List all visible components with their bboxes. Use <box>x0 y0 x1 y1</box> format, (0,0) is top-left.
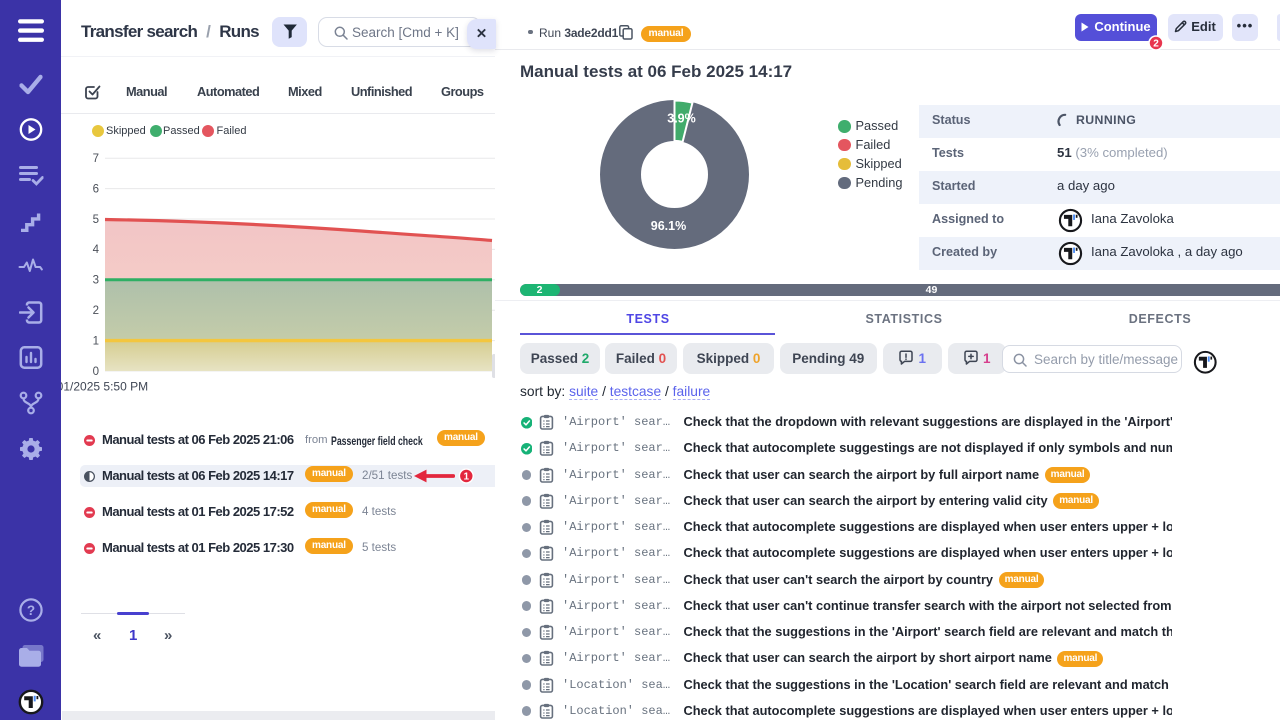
svg-text:6: 6 <box>93 183 99 195</box>
svg-text:3.9%: 3.9% <box>667 112 696 126</box>
svg-text:1: 1 <box>93 335 99 347</box>
svg-text:?: ? <box>26 603 34 618</box>
svg-text:4: 4 <box>93 244 100 256</box>
svg-text:0: 0 <box>93 366 99 378</box>
svg-text:2: 2 <box>1153 39 1159 50</box>
svg-text:3: 3 <box>93 275 99 287</box>
svg-text:7: 7 <box>93 153 99 165</box>
svg-text:96.1%: 96.1% <box>651 219 686 233</box>
svg-text:2: 2 <box>93 305 99 317</box>
svg-text:5: 5 <box>93 214 99 226</box>
svg-text:1: 1 <box>464 472 470 483</box>
